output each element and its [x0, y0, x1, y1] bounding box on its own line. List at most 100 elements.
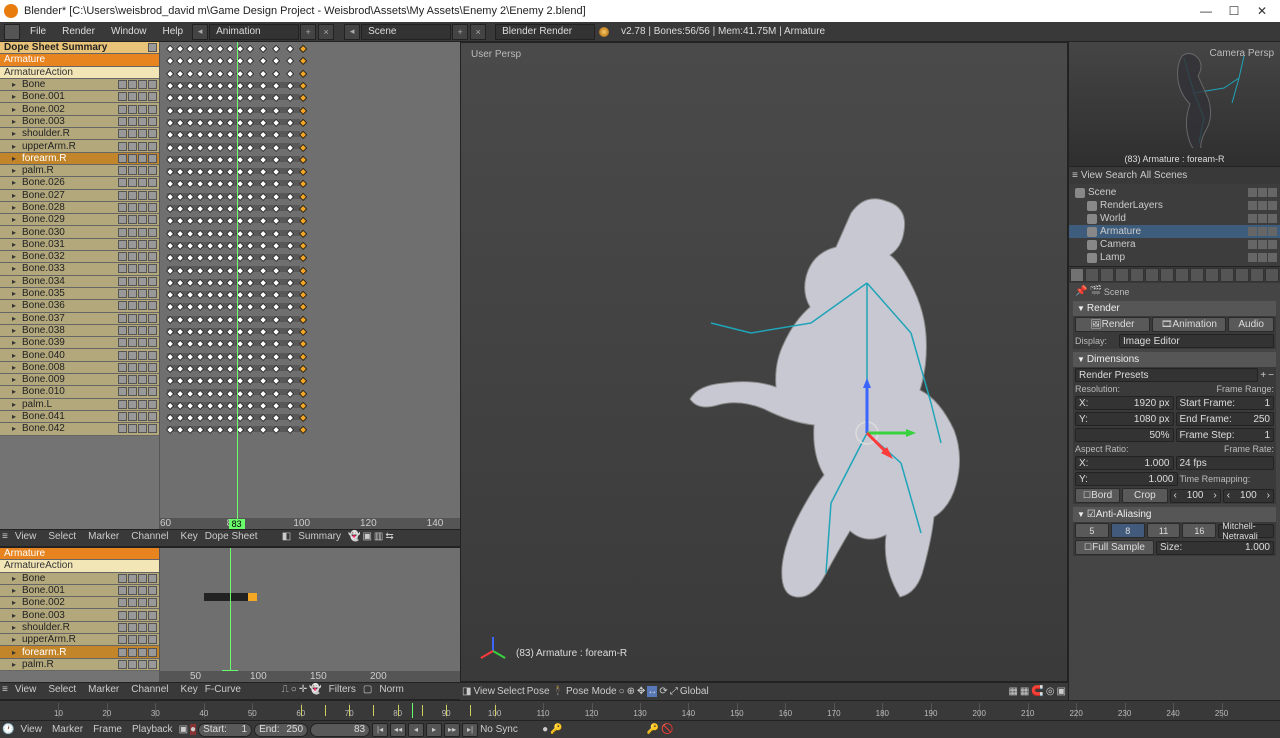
screen-layout-dropdown[interactable]: Animation — [209, 24, 299, 40]
jump-start-button[interactable]: |◂ — [372, 723, 388, 737]
ghost-icon[interactable]: 👻 — [309, 684, 321, 699]
cursor-icon[interactable]: ✛ — [299, 684, 307, 699]
object-tab-icon[interactable] — [1130, 268, 1144, 282]
audio-button[interactable]: Audio — [1228, 317, 1274, 332]
outliner-menu-view[interactable]: View — [1081, 170, 1103, 181]
outliner-item[interactable]: Camera — [1069, 238, 1280, 251]
play-button[interactable]: ▸ — [426, 723, 442, 737]
layer-button[interactable]: ▦ — [1008, 686, 1017, 697]
channel-row[interactable]: Armature — [0, 54, 159, 66]
graph-menu-view[interactable]: View — [10, 684, 42, 699]
aspect-y-field[interactable]: Y:1.000 — [1075, 472, 1178, 486]
scene-dropdown[interactable]: Scene — [361, 24, 451, 40]
tl-menu-frame[interactable]: Frame — [89, 724, 126, 735]
preset-add-icon[interactable]: + — [1260, 370, 1266, 381]
dope-menu-key[interactable]: Key — [176, 531, 203, 546]
channel-row[interactable]: ▸Bone.037 — [0, 313, 159, 325]
pose-mode-icon[interactable]: 🕴 — [552, 686, 564, 697]
jump-end-button[interactable]: ▸| — [462, 723, 478, 737]
scene-add-icon[interactable]: + — [452, 24, 468, 40]
proportional-icon[interactable]: ◎ — [1046, 686, 1055, 697]
editor-type-icon[interactable] — [4, 24, 20, 40]
aa-filter-dropdown[interactable]: Mitchell-Netravali — [1218, 524, 1274, 538]
dope-time-ruler[interactable]: 6080100120140 — [160, 518, 460, 529]
channel-row[interactable]: ▸Bone.002 — [0, 597, 159, 609]
channel-row[interactable]: ▸Bone.026 — [0, 177, 159, 189]
outliner-menu-search[interactable]: Search — [1105, 170, 1137, 181]
channel-row[interactable]: ▸upperArm.R — [0, 634, 159, 646]
channel-row[interactable]: ▸Bone — [0, 573, 159, 585]
remap-old-field[interactable]: ‹100› — [1170, 489, 1221, 503]
outliner-item[interactable]: RenderLayers — [1069, 199, 1280, 212]
autokey-record-icon[interactable]: ● — [542, 724, 548, 735]
bone-constraint-tab-icon[interactable] — [1205, 268, 1219, 282]
particle-tab-icon[interactable] — [1250, 268, 1264, 282]
render-engine-dropdown[interactable]: Blender Render — [495, 24, 595, 40]
dope-summary-toggle[interactable]: Summary — [293, 531, 346, 546]
aspect-x-field[interactable]: X:1.000 — [1075, 456, 1174, 470]
display-dropdown[interactable]: Image Editor — [1119, 334, 1274, 348]
tl-menu-marker[interactable]: Marker — [48, 724, 87, 735]
channel-row[interactable]: ▸Bone.036 — [0, 300, 159, 312]
res-x-field[interactable]: X:1920 px — [1075, 396, 1174, 410]
tl-menu-playback[interactable]: Playback — [128, 724, 177, 735]
channel-row[interactable]: ▸Bone — [0, 79, 159, 91]
graph-filters[interactable]: Filters — [324, 684, 361, 699]
channel-row[interactable]: ArmatureAction — [0, 560, 159, 572]
render-panel-header[interactable]: Render — [1073, 301, 1276, 316]
channel-row[interactable]: ▸Bone.042 — [0, 423, 159, 435]
editor-type-icon[interactable]: ≡ — [1072, 170, 1078, 181]
manipulator-toggle-icon[interactable]: ✥ — [637, 686, 645, 697]
data-tab-icon[interactable] — [1175, 268, 1189, 282]
channel-row[interactable]: ▸Bone.001 — [0, 585, 159, 597]
render-tab-icon[interactable] — [1070, 268, 1084, 282]
snap-icon[interactable]: 🧲 — [1031, 686, 1043, 697]
preset-del-icon[interactable]: − — [1268, 370, 1274, 381]
channel-row[interactable]: ▸Bone.008 — [0, 362, 159, 374]
world-tab-icon[interactable] — [1115, 268, 1129, 282]
view-menu-view[interactable]: View — [473, 686, 495, 697]
render-layers-tab-icon[interactable] — [1085, 268, 1099, 282]
editor-type-icon[interactable]: ≡ — [2, 531, 8, 546]
armature-mesh[interactable] — [661, 173, 1001, 613]
channel-row[interactable]: ▸forearm.R — [0, 646, 159, 658]
channel-row[interactable]: ▸Bone.041 — [0, 411, 159, 423]
graph-norm[interactable]: Norm — [374, 684, 408, 699]
graph-menu-channel[interactable]: Channel — [126, 684, 173, 699]
insert-key-icon[interactable]: 🔑 — [647, 724, 659, 735]
layout-del-icon[interactable]: × — [318, 24, 334, 40]
channel-row[interactable]: ▸Bone.003 — [0, 116, 159, 128]
filter-sel-icon[interactable]: ▣ — [362, 531, 371, 546]
dope-keyframe-area[interactable]: 6080100120140 83 — [160, 42, 460, 529]
scene-del-icon[interactable]: × — [470, 24, 486, 40]
menu-render[interactable]: Render — [54, 24, 103, 39]
channel-row[interactable]: ▸Bone.032 — [0, 251, 159, 263]
full-sample-toggle[interactable]: ☐ Full Sample — [1075, 540, 1154, 555]
menu-window[interactable]: Window — [103, 24, 155, 39]
channel-row[interactable]: ▸palm.R — [0, 165, 159, 177]
dope-menu-channel[interactable]: Channel — [126, 531, 173, 546]
summary-toggle-icon[interactable]: ◧ — [282, 531, 291, 546]
render-button[interactable]: 🖼 Render — [1075, 317, 1150, 332]
channel-row[interactable]: ▸Bone.035 — [0, 288, 159, 300]
rotate-gizmo-icon[interactable]: ⟳ — [659, 686, 667, 697]
filter-hidden-icon[interactable]: ▥ — [374, 531, 383, 546]
outliner-item[interactable]: Armature — [1069, 225, 1280, 238]
material-tab-icon[interactable] — [1220, 268, 1234, 282]
sync-dropdown[interactable]: No Sync — [480, 724, 540, 735]
channel-row[interactable]: ▸shoulder.R — [0, 128, 159, 140]
channel-row[interactable]: ▸Bone.001 — [0, 91, 159, 103]
channel-row[interactable]: ArmatureAction — [0, 67, 159, 79]
channel-row[interactable]: ▸Bone.009 — [0, 374, 159, 386]
outliner-tree[interactable]: SceneRenderLayersWorldArmatureCameraLamp — [1069, 184, 1280, 266]
channel-row[interactable]: ▸Bone.031 — [0, 239, 159, 251]
keying-set-icon[interactable]: 🔑 — [550, 724, 562, 735]
shading-icon[interactable]: ○ — [619, 686, 625, 697]
outliner-scope-dropdown[interactable]: All Scenes — [1140, 170, 1208, 181]
editor-type-icon[interactable]: ≡ — [2, 684, 8, 699]
channel-row[interactable]: ▸Bone.038 — [0, 325, 159, 337]
border-toggle[interactable]: ☐ Bord — [1075, 488, 1120, 503]
tl-menu-view[interactable]: View — [16, 724, 46, 735]
view-menu-select[interactable]: Select — [497, 686, 525, 697]
keyframe-prev-button[interactable]: ◂◂ — [390, 723, 406, 737]
